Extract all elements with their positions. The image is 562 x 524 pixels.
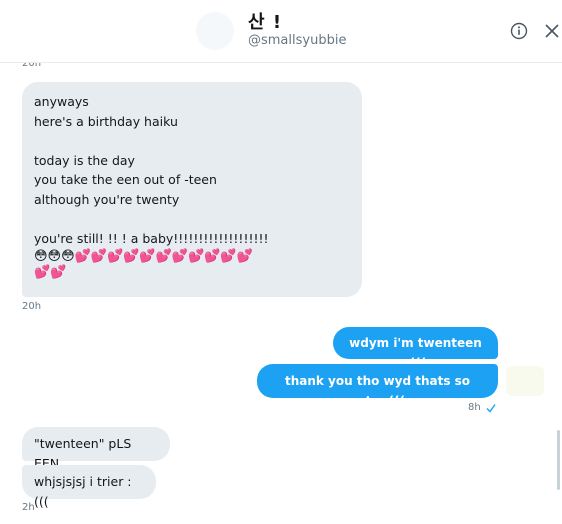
emoji-line: 💕💕 (34, 264, 67, 280)
message-bubble-received[interactable]: whjsjsjsj i trier : ((( (22, 465, 156, 509)
contact-handle[interactable]: @smallsyubbie (248, 33, 346, 48)
message-bubble-received[interactable]: "twenteen" pLS EEN (22, 427, 170, 471)
info-icon[interactable] (510, 22, 528, 40)
message-line: although you're twenty (34, 191, 180, 207)
message-bubble-sent[interactable]: thank you tho wyd thats so cute :((( (257, 364, 498, 408)
message-bubble-sent[interactable]: wdym i'm twenteen :((( (333, 327, 498, 370)
scrollbar-thumb[interactable] (557, 430, 560, 490)
message-line: you take the een out of -teen (34, 172, 217, 188)
conversation-header: 산 ! @smallsyubbie (0, 0, 562, 63)
message-timestamp: 20h (22, 301, 42, 312)
media-thumbnail (506, 366, 544, 396)
message-line (34, 131, 350, 151)
message-bubble-haiku[interactable]: anyways here's a birthday haiku today is… (22, 82, 362, 297)
message-line: anyways (34, 94, 89, 109)
avatar[interactable] (196, 12, 234, 50)
message-line: today is the day (34, 152, 135, 168)
message-timestamp: 8h (468, 402, 481, 413)
message-timestamp: 20h (22, 63, 42, 69)
message-list[interactable]: 20h anyways here's a birthday haiku toda… (0, 63, 562, 524)
emoji-line: 😳😳😳💕💕💕💕💕💕💕💕💕💕💕 (34, 248, 253, 264)
message-line (34, 210, 350, 230)
close-icon[interactable] (543, 22, 561, 40)
contact-name[interactable]: 산 ! (248, 8, 282, 34)
message-line: you're still! !! ! a baby!!!!!!!!!!!!!!!… (34, 231, 269, 247)
message-timestamp: 2h (22, 502, 35, 513)
message-line: here's a birthday haiku (34, 113, 178, 129)
check-icon (486, 404, 496, 413)
